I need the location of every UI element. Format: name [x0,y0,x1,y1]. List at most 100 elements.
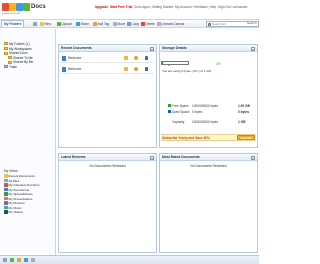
view-my-music[interactable]: My Music [4,206,22,210]
folder-icon [8,56,12,60]
upload-button[interactable]: Upload [57,21,72,27]
tree-label: Trash [9,65,18,69]
logo-docs-text: Docs [31,4,46,10]
share-icon[interactable] [134,56,138,60]
folder-icon [4,42,8,46]
new-doc-icon [40,22,44,26]
link-my-account[interactable]: My Account [175,5,191,9]
upgrade-link[interactable]: Upgrade [95,5,108,9]
new-button-label: New [44,22,51,26]
recent-doc-row[interactable]: Welcome [61,65,154,74]
most-rated-panel: Most Rated Documents ≡ No Documents Revie… [159,153,258,253]
view-my-presentations[interactable]: My Presentations [4,197,32,201]
logo-tagline: powered by ZOHO [2,13,21,15]
view-my-videos[interactable]: My Videos [4,210,23,214]
view-label: My Spreadsheets [8,192,33,196]
tree-label: Shared Docs [9,51,28,56]
unmark-button[interactable]: Unmark Canvas [157,21,184,27]
tree-count: (1) [25,42,30,46]
zoho-logo[interactable]: Docs powered by ZOHO [2,3,46,18]
promo-text: Subscribe Yearly and Save 30% [162,135,210,140]
view-label: Recent Documents [8,174,35,178]
settings-icon[interactable] [31,258,35,262]
presentation-icon [4,196,8,201]
link-getting-started[interactable]: Getting Started [152,5,173,9]
document-icon [4,187,8,192]
panel-menu-icon[interactable]: ≡ [150,46,154,51]
used-size: 0 bytes [238,110,249,114]
top-links: Upgrade/Start Free Trial|Zoho Apps|Getti… [95,5,248,9]
view-all-files[interactable]: All Files [4,179,19,183]
free-legend-swatch [168,104,171,108]
share-icon[interactable] [134,67,138,71]
usage-percent: 1% [216,62,221,66]
start-trial-link[interactable]: Start Free Trial [110,5,132,9]
panel-menu-icon[interactable]: ≡ [150,155,154,160]
view-my-pictures[interactable]: My Pictures [4,201,25,205]
link-help[interactable]: Help [210,5,217,9]
search-placeholder: Search All [212,21,226,26]
usage-text: You are using 0 bytes ( 0% ) of 1 GB. [162,69,212,73]
panel-title: Latest Reviews [61,155,86,159]
status-icon[interactable] [10,258,14,262]
recent-doc-row[interactable]: Welcome [61,54,154,63]
search-button[interactable]: Search [246,21,258,27]
link-feedback[interactable]: Feedback [194,5,208,9]
view-checked-out[interactable]: My Checked-Out Docs [4,183,40,187]
tree-label: Shared By Me [13,60,34,65]
upgrade-button[interactable]: Upgrade [236,134,255,140]
doc-name[interactable]: Welcome [68,56,81,60]
video-icon [4,210,8,214]
link-sign-out[interactable]: Sign Out [218,5,230,9]
edit-icon[interactable] [124,67,128,71]
storage-details-header: Storage Details ≡ [160,45,257,52]
panel-menu-icon[interactable]: ≡ [251,46,255,51]
panel-menu-icon[interactable]: ≡ [251,155,255,160]
used-legend-swatch [168,110,171,114]
picture-icon [4,201,8,205]
folder-icon [4,46,8,50]
sidebar-item-trash[interactable]: Trash [4,65,17,70]
view-my-documents[interactable]: My Documents [4,188,29,192]
usage-bar [161,61,189,65]
views-title: My Views [4,169,18,173]
new-button[interactable]: New [40,21,51,27]
view-label: My Checked-Out Docs [8,183,40,187]
move-button[interactable]: Move [113,21,125,27]
delete-button[interactable]: Delete [141,21,155,27]
link-user[interactable]: unfocused [233,5,248,9]
doc-name[interactable]: Welcome [68,67,81,71]
tree-label: My Folders [9,42,25,46]
recent-documents-header: Recent Documents ≡ [59,45,156,52]
view-my-spreadsheets[interactable]: My Spreadsheets [4,192,33,196]
chat-icon[interactable] [3,258,7,262]
copy-button[interactable]: Copy [127,21,139,27]
move-button-label: Move [117,22,126,26]
zoho-docs-window: Docs powered by ZOHO Upgrade/Start Free … [0,0,259,264]
folder-icon [8,60,12,64]
unmark-icon [157,22,161,26]
panel-title: Most Rated Documents [162,155,200,159]
settings-icon-button[interactable] [33,21,38,27]
tree-label: Shared To Me [13,55,33,60]
notifications-icon[interactable] [17,258,21,262]
upload-button-label: Upload [61,22,72,26]
link-zoho-apps[interactable]: Zoho Apps [134,5,149,9]
add-tag-button[interactable]: Add Tag [93,21,109,27]
upload-icon [57,22,61,26]
music-icon [4,205,8,210]
share-button[interactable]: Share [76,21,89,27]
capacity-label: Capacity [172,120,185,124]
tab-my-folders-label: My Folders [4,22,22,26]
most-rated-header: Most Rated Documents ≡ [160,154,257,161]
free-size: 1.00 GB [238,104,250,108]
delete-button-label: Delete [145,22,155,26]
view-label: My Pictures [8,201,25,205]
info-icon[interactable] [145,67,148,71]
tab-my-folders[interactable]: My Folders [1,20,25,27]
edit-icon[interactable] [124,56,128,60]
view-recent-documents[interactable]: Recent Documents [4,174,35,178]
contacts-icon[interactable] [24,258,28,262]
promo-bar: Subscribe Yearly and Save 30% Upgrade [160,134,257,142]
info-icon[interactable] [145,56,148,60]
